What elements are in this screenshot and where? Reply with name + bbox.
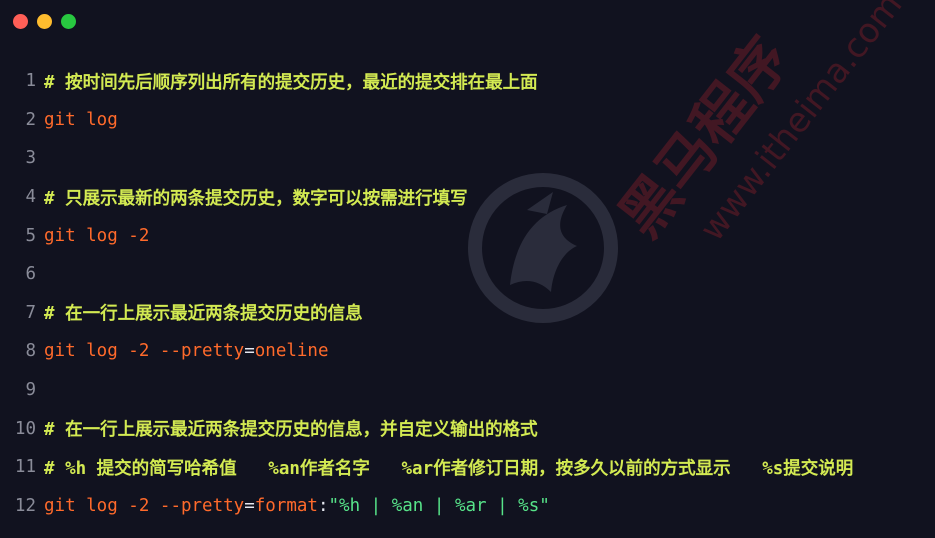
code-token-str: "%h | %an | %ar | %s" bbox=[328, 495, 550, 516]
line-number: 11 bbox=[14, 457, 36, 478]
code-token-plain: : bbox=[317, 495, 329, 516]
code-token-plain: = bbox=[244, 495, 255, 516]
close-button[interactable] bbox=[13, 14, 28, 29]
code-token-comment: # 按时间先后顺序列出所有的提交历史，最近的提交排在最上面 bbox=[44, 72, 538, 93]
code-line: 6 bbox=[0, 255, 935, 294]
code-line: 7 # 在一行上展示最近两条提交历史的信息 bbox=[0, 294, 935, 333]
code-token-kw: -2 bbox=[128, 225, 150, 246]
code-token-comment: # 只展示最新的两条提交历史，数字可以按需进行填写 bbox=[44, 188, 468, 209]
code-line: 8 git log -2 --pretty = oneline bbox=[0, 332, 935, 371]
code-token-kw: --pretty bbox=[159, 341, 245, 362]
code-editor: 1 # 按时间先后顺序列出所有的提交历史，最近的提交排在最上面 2 git log 3 4… bbox=[0, 62, 935, 525]
line-number: 8 bbox=[25, 341, 36, 362]
line-number: 5 bbox=[25, 225, 36, 246]
line-number: 2 bbox=[25, 109, 36, 130]
code-token-kw: git log bbox=[44, 341, 129, 362]
code-token-plain: = bbox=[244, 341, 255, 362]
code-token-kw: -2 bbox=[128, 341, 160, 362]
code-token-kw: oneline bbox=[254, 341, 329, 362]
code-line: 1 # 按时间先后顺序列出所有的提交历史，最近的提交排在最上面 bbox=[0, 62, 935, 101]
code-line: 2 git log bbox=[0, 101, 935, 140]
code-line: 11 # %h 提交的简写哈希值 %an作者名字 %ar作者修订日期，按多久以前的… bbox=[0, 448, 935, 487]
line-number: 12 bbox=[14, 495, 36, 516]
line-number: 3 bbox=[25, 148, 36, 169]
code-line: 5 git log -2 bbox=[0, 216, 935, 255]
line-number: 6 bbox=[25, 264, 36, 285]
window-controls bbox=[13, 14, 76, 29]
line-number: 4 bbox=[25, 187, 36, 208]
code-token-kw: git log bbox=[44, 495, 129, 516]
minimize-button[interactable] bbox=[37, 14, 52, 29]
code-token-kw: git log bbox=[44, 109, 118, 130]
code-line: 10 # 在一行上展示最近两条提交历史的信息，并自定义输出的格式 bbox=[0, 409, 935, 448]
code-line: 3 bbox=[0, 139, 935, 178]
code-token-kw: --pretty bbox=[159, 495, 245, 516]
code-line: 12 git log -2 --pretty = format: "%h | %an |… bbox=[0, 487, 935, 526]
maximize-button[interactable] bbox=[61, 14, 76, 29]
line-number: 9 bbox=[25, 380, 36, 401]
line-number: 10 bbox=[14, 418, 36, 439]
code-line: 4 # 只展示最新的两条提交历史，数字可以按需进行填写 bbox=[0, 178, 935, 217]
code-token-comment: # 在一行上展示最近两条提交历史的信息 bbox=[44, 304, 363, 325]
line-number: 7 bbox=[25, 302, 36, 323]
code-token-comment: # %h 提交的简写哈希值 %an作者名字 %ar作者修订日期，按多久以前的方式… bbox=[44, 458, 854, 479]
code-token-comment: # 在一行上展示最近两条提交历史的信息，并自定义输出的格式 bbox=[44, 420, 538, 441]
code-token-kw: git log bbox=[44, 225, 129, 246]
code-token-kw: -2 bbox=[128, 495, 160, 516]
code-line: 9 bbox=[0, 371, 935, 410]
line-number: 1 bbox=[25, 71, 36, 92]
code-token-kw: format bbox=[254, 495, 318, 516]
code-window: 黑马程序 www.itheima.com 1 # 按时间先后顺序列出所有的提交历史… bbox=[0, 0, 935, 538]
